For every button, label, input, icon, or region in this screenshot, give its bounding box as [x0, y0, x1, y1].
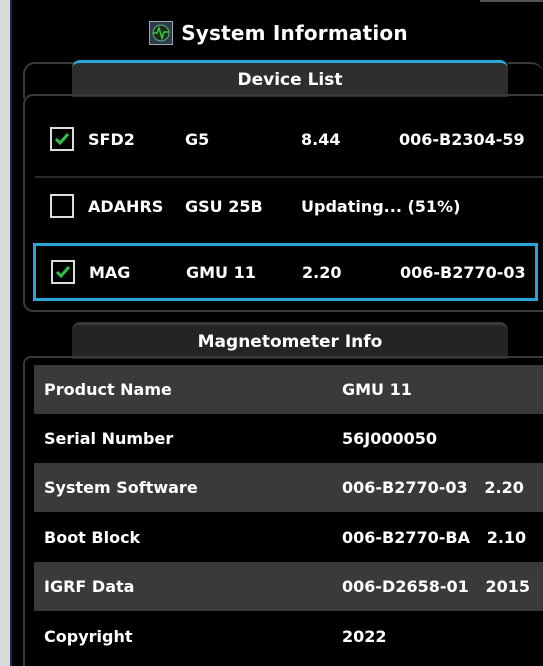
top-edge-line: [480, 0, 543, 2]
device-row-adahrs[interactable]: ADAHRS GSU 25B Updating... (51%): [35, 176, 543, 234]
device-row-mag[interactable]: MAG GMU 11 2.20 006-B2770-03: [33, 243, 538, 301]
panel-border-right: [508, 62, 543, 98]
info-label: Serial Number: [44, 429, 174, 448]
info-label: Boot Block: [44, 528, 141, 547]
info-value: GMU 11: [342, 380, 412, 399]
info-value: 006-B2770-03 2.20: [342, 478, 524, 497]
device-part-number: 006-B2304-59: [399, 129, 525, 149]
info-row-serial-number: Serial Number 56J000050: [34, 414, 543, 463]
device-name: ADAHRS: [88, 196, 164, 216]
device-checkbox-sfd2[interactable]: [50, 127, 74, 151]
page-title: System Information: [181, 21, 408, 45]
title-bar: System Information: [14, 14, 543, 52]
info-row-igrf-data: IGRF Data 006-D2658-01 2015: [34, 562, 543, 611]
checkmark-icon: [55, 266, 71, 279]
device-model: GMU 11: [186, 262, 256, 282]
info-label: Copyright: [44, 627, 133, 646]
info-value: 56J000050: [342, 429, 438, 448]
info-row-boot-block: Boot Block 006-B2770-BA 2.10: [34, 513, 543, 562]
device-checkbox-mag[interactable]: [51, 260, 75, 284]
device-update-status: Updating... (51%): [301, 196, 461, 216]
info-row-copyright: Copyright 2022: [34, 612, 543, 661]
tab-device-list-label: Device List: [237, 70, 343, 90]
device-name: MAG: [89, 262, 131, 282]
tab-magnetometer-info-label: Magnetometer Info: [197, 332, 383, 352]
info-row-product-name: Product Name GMU 11: [34, 365, 543, 414]
info-row-system-software: System Software 006-B2770-03 2.20: [34, 463, 543, 512]
system-info-icon: [149, 21, 174, 45]
info-value: 2022: [342, 627, 387, 646]
checkmark-icon: [54, 133, 70, 146]
device-model: G5: [185, 129, 210, 149]
device-row-sfd2[interactable]: SFD2 G5 8.44 006-B2304-59: [35, 110, 543, 168]
info-label: IGRF Data: [44, 577, 135, 596]
device-name: SFD2: [88, 129, 135, 149]
info-value: 006-B2770-BA 2.10: [342, 528, 527, 547]
device-model: GSU 25B: [185, 196, 263, 216]
device-checkbox-adahrs[interactable]: [50, 194, 74, 218]
tab-magnetometer-info[interactable]: Magnetometer Info: [72, 322, 508, 359]
info-label: System Software: [44, 478, 198, 497]
info-value: 006-D2658-01 2015: [342, 577, 530, 596]
device-version: 8.44: [301, 129, 341, 149]
tab-device-list[interactable]: Device List: [72, 60, 508, 97]
window-frame-edge: [0, 0, 12, 666]
device-part-number: 006-B2770-03: [400, 262, 526, 282]
device-version: 2.20: [302, 262, 342, 282]
info-label: Product Name: [44, 380, 172, 399]
